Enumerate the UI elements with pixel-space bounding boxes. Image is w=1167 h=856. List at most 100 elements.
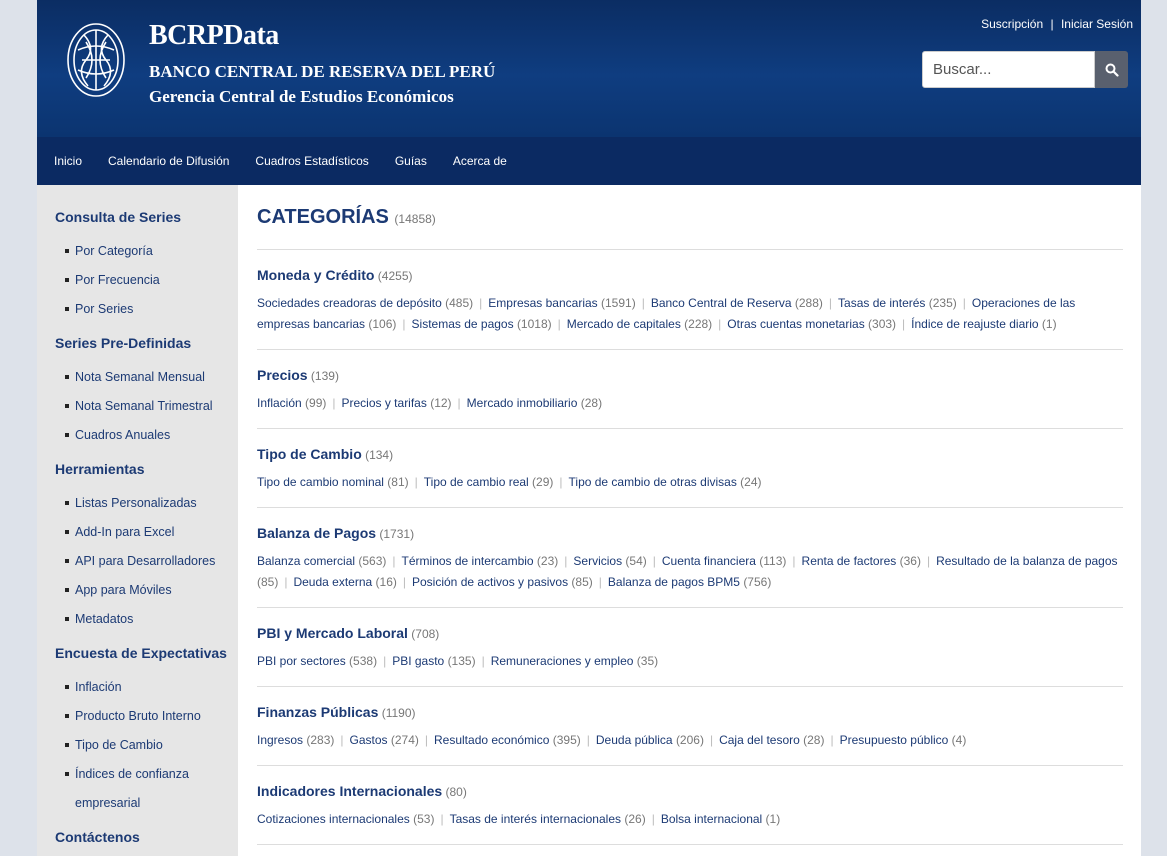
- subcategory-count: (26): [624, 812, 646, 826]
- subcategory-link[interactable]: Deuda pública (206): [596, 733, 704, 747]
- subcategory-link[interactable]: PBI por sectores (538): [257, 654, 377, 668]
- sidebar-item[interactable]: Por Categoría: [55, 237, 238, 266]
- sidebar-item[interactable]: Nota Semanal Trimestral: [55, 392, 238, 421]
- subcategory-count: (85): [257, 575, 279, 589]
- subcategory-link[interactable]: Presupuesto público (4): [840, 733, 967, 747]
- nav-item-calendario-de-difusion[interactable]: Calendario de Difusión: [108, 154, 229, 168]
- subcategory-link[interactable]: Tipo de cambio nominal (81): [257, 475, 409, 489]
- subcategory-link[interactable]: Mercado inmobiliario (28): [467, 396, 602, 410]
- subcategory-link[interactable]: Empresas bancarias (1591): [488, 296, 635, 310]
- department-name: Gerencia Central de Estudios Económicos: [149, 87, 454, 106]
- subcategory-link[interactable]: Deuda externa (16): [293, 575, 396, 589]
- category-title[interactable]: Indicadores Internacionales: [257, 783, 442, 799]
- sidebar-item[interactable]: Listas Personalizadas: [55, 489, 238, 518]
- subcategory-link[interactable]: Cuenta financiera (113): [662, 554, 787, 568]
- sidebar-item[interactable]: App para Móviles: [55, 576, 238, 605]
- subcategory-count: (12): [430, 396, 452, 410]
- subcategory-link[interactable]: Índice de reajuste diario (1): [911, 317, 1056, 331]
- sidebar-item[interactable]: Metadatos: [55, 605, 238, 634]
- category-title[interactable]: PBI y Mercado Laboral: [257, 625, 408, 641]
- sidebar-item[interactable]: Cuadros Anuales: [55, 421, 238, 450]
- category-title[interactable]: Moneda y Crédito: [257, 267, 374, 283]
- subscription-link[interactable]: Suscripción: [981, 17, 1043, 31]
- subcategory-count: (28): [803, 733, 825, 747]
- category-title[interactable]: Tipo de Cambio: [257, 446, 362, 462]
- sidebar-section-title[interactable]: Series Pre-Definidas: [55, 335, 238, 351]
- subcategory-link[interactable]: Balanza comercial (563): [257, 554, 386, 568]
- subcategory-link[interactable]: Bolsa internacional (1): [661, 812, 780, 826]
- site-title: BCRPData: [149, 20, 279, 51]
- sidebar-item[interactable]: Inflación: [55, 673, 238, 702]
- subcategory-link[interactable]: Tipo de cambio de otras divisas (24): [569, 475, 762, 489]
- link-separator: |: [440, 812, 444, 826]
- subcategory-link[interactable]: Renta de factores (36): [802, 554, 921, 568]
- subcategory-link[interactable]: Banco Central de Reserva (288): [651, 296, 823, 310]
- sidebar-section-title[interactable]: Consulta de Series: [55, 209, 238, 225]
- category-header: Indicadores Internacionales (80): [257, 783, 1123, 801]
- sidebar-item[interactable]: Producto Bruto Interno: [55, 702, 238, 731]
- subcategory-count: (36): [899, 554, 921, 568]
- search-icon: [1105, 63, 1119, 77]
- sidebar-item[interactable]: Índices de confianza empresarial: [55, 760, 195, 818]
- subcategory-link[interactable]: Remuneraciones y empleo (35): [491, 654, 658, 668]
- subcategory-link[interactable]: Servicios (54): [573, 554, 646, 568]
- subcategory-link[interactable]: Gastos (274): [350, 733, 419, 747]
- page-title-count: (14858): [394, 212, 436, 226]
- subcategory-count: (54): [625, 554, 647, 568]
- sidebar-item[interactable]: Por Series: [55, 295, 238, 324]
- subcategory-link[interactable]: Precios y tarifas (12): [342, 396, 452, 410]
- link-separator: |: [557, 317, 561, 331]
- subcategory-link[interactable]: Sistemas de pagos (1018): [412, 317, 552, 331]
- nav-item-guias[interactable]: Guías: [395, 154, 427, 168]
- subcategory-links: Sociedades creadoras de depósito (485) | E…: [257, 293, 1123, 335]
- sidebar-item[interactable]: Add-In para Excel: [55, 518, 238, 547]
- subcategory-link[interactable]: Balanza de pagos BPM5 (756): [608, 575, 771, 589]
- subcategory-count: (85): [571, 575, 593, 589]
- subcategory-count: (283): [306, 733, 335, 747]
- subcategory-count: (538): [349, 654, 378, 668]
- category-title[interactable]: Balanza de Pagos: [257, 525, 376, 541]
- subcategory-link[interactable]: Tasas de interés (235): [838, 296, 957, 310]
- subcategory-link[interactable]: Tasas de interés internacionales (26): [450, 812, 646, 826]
- subcategory-link[interactable]: Cotizaciones internacionales (53): [257, 812, 434, 826]
- subcategory-link[interactable]: Ingresos (283): [257, 733, 334, 747]
- bcrp-logo[interactable]: [64, 20, 128, 100]
- sidebar-list: Listas Personalizadas Add-In para Excel AP…: [55, 489, 238, 634]
- subcategory-link[interactable]: Mercado de capitales (228): [567, 317, 712, 331]
- subcategory-count: (4): [951, 733, 967, 747]
- search-input[interactable]: [922, 51, 1095, 88]
- nav-item-inicio[interactable]: Inicio: [54, 154, 82, 168]
- subcategory-link[interactable]: PBI gasto (135): [392, 654, 475, 668]
- sidebar-section-title[interactable]: Contáctenos: [55, 829, 238, 845]
- subcategory-count: (395): [552, 733, 581, 747]
- search-button[interactable]: [1095, 51, 1128, 88]
- login-link[interactable]: Iniciar Sesión: [1061, 17, 1133, 31]
- subcategory-link[interactable]: Caja del tesoro (28): [719, 733, 824, 747]
- subcategory-link[interactable]: Sociedades creadoras de depósito (485): [257, 296, 473, 310]
- subcategory-link[interactable]: Posición de activos y pasivos (85): [412, 575, 593, 589]
- category-title[interactable]: Finanzas Públicas: [257, 704, 378, 720]
- link-separator: |: [598, 575, 602, 589]
- sidebar-item[interactable]: Nota Semanal Mensual: [55, 363, 238, 392]
- subcategory-link[interactable]: Tipo de cambio real (29): [424, 475, 554, 489]
- subcategory-link[interactable]: Otras cuentas monetarias (303): [727, 317, 896, 331]
- sidebar-item[interactable]: Tipo de Cambio: [55, 731, 238, 760]
- sidebar-section-title[interactable]: Encuesta de Expectativas: [55, 645, 238, 661]
- sidebar-section-title[interactable]: Herramientas: [55, 461, 238, 477]
- sidebar-item[interactable]: Por Frecuencia: [55, 266, 238, 295]
- subcategory-count: (206): [675, 733, 704, 747]
- subcategory-link[interactable]: Inflación (99): [257, 396, 326, 410]
- subcategory-link[interactable]: Términos de intercambio (23): [402, 554, 559, 568]
- nav-item-acerca-de[interactable]: Acerca de: [453, 154, 507, 168]
- link-separator: |: [559, 475, 563, 489]
- link-separator: |: [340, 733, 344, 747]
- sidebar-item[interactable]: API para Desarrolladores: [55, 547, 238, 576]
- subcategory-link[interactable]: Resultado económico (395): [434, 733, 581, 747]
- category-title[interactable]: Precios: [257, 367, 308, 383]
- subcategory-count: (135): [447, 654, 476, 668]
- subcategory-count: (81): [387, 475, 409, 489]
- nav-item-cuadros-estadisticos[interactable]: Cuadros Estadísticos: [255, 154, 368, 168]
- link-separator: |: [284, 575, 288, 589]
- link-separator: |: [902, 317, 906, 331]
- category-block: Indicadores de Coyuntura Económica (75): [257, 845, 1123, 856]
